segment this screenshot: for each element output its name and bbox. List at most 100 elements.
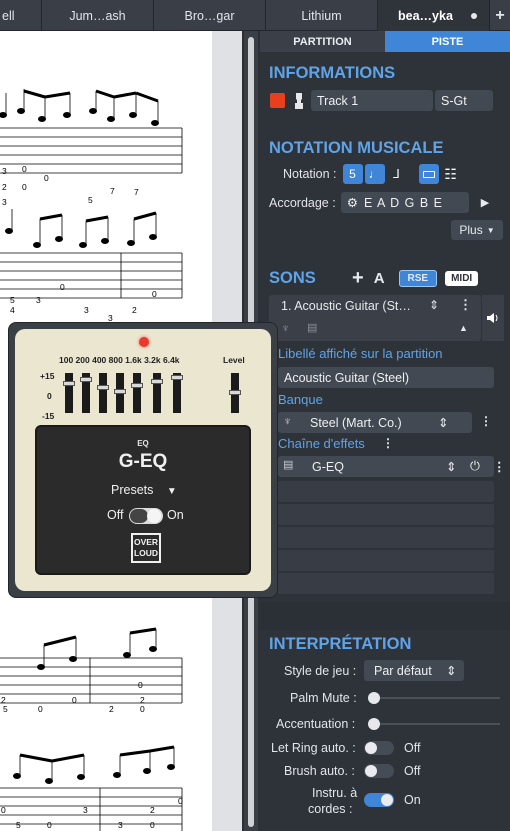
slash-notation-icon[interactable]: ⅃ [387,164,407,184]
add-sound-button[interactable]: + [352,267,364,290]
empty-effect-slot[interactable] [278,481,494,502]
sound-item[interactable]: 1. Acoustic Guitar (St… ⇕ ⋮ ♆ ▤ ▲ [269,295,481,341]
accent-slider[interactable] [368,718,500,730]
tab-number: 2 [150,805,155,815]
close-dot-icon[interactable] [471,13,477,19]
tab-number: 3 [118,820,123,830]
single-staff-icon[interactable] [418,164,439,184]
new-tab-button[interactable]: + [490,0,510,31]
eq-fader-6400[interactable] [171,373,183,413]
chevron-down-icon: ▼ [486,225,495,235]
let-ring-toggle[interactable] [364,741,394,755]
automation-button[interactable]: A [374,270,385,287]
eq-fader-800[interactable] [114,373,126,413]
tab-document-3[interactable]: Bro…gar [154,0,266,31]
fader-cap[interactable] [80,377,92,382]
tab-number: 2 [132,305,137,315]
brush-toggle[interactable] [364,764,394,778]
guitar-icon[interactable] [291,91,307,111]
effect-more-icon[interactable]: ⋮ [493,459,506,474]
bank-more-icon[interactable]: ⋮ [480,414,492,428]
tab-document-active[interactable]: bea…yka [378,0,490,31]
tab-number: 0 [72,695,77,705]
track-info-row: Track 1 S-Gt [270,90,493,111]
tuning-value: E A D G B E [363,195,444,210]
eq-fader-200[interactable] [80,373,92,413]
empty-effect-slot[interactable] [278,504,494,525]
palm-mute-slider[interactable] [368,692,500,704]
track-color-swatch[interactable] [270,93,285,108]
tab-number: 5 [3,704,8,714]
eq-section-label: EQ [137,439,149,448]
slider-knob[interactable] [368,692,380,704]
fader-cap[interactable] [131,383,143,388]
rse-toggle[interactable]: RSE [398,270,438,287]
eq-fader-100[interactable] [63,373,75,413]
slider-knob[interactable] [368,718,380,730]
fader-cap[interactable] [63,381,75,386]
multi-staff-icon[interactable]: ☷ [441,164,461,184]
tab-document-4[interactable]: Lithium [266,0,378,31]
empty-effect-slot[interactable] [278,527,494,548]
inspector-panel: PARTITION PISTE INFORMATIONS Track 1 S-G… [260,31,510,831]
on-label: On [167,508,184,522]
style-label: Style de jeu : [284,664,357,678]
effect-slot[interactable]: G-EQ ⇕ ⏻ ⋮ [278,456,506,477]
label-field[interactable]: Acoustic Guitar (Steel) [278,367,494,388]
eq-fader-level[interactable] [229,373,241,413]
fader-cap[interactable] [171,375,183,380]
sort-icon: ⇕ [446,460,457,474]
tab-document-1[interactable]: ell [0,0,42,31]
play-tuning-icon[interactable]: ▶ [481,196,489,209]
power-icon[interactable]: ⏻ [470,459,480,474]
fader-cap[interactable] [151,379,163,384]
tab-piste[interactable]: PISTE [385,31,510,52]
track-short-name-field[interactable]: S-Gt [435,90,493,111]
tab-notation-icon[interactable]: 5 [342,164,363,184]
label-caption: Libellé affiché sur la partition [278,346,443,361]
empty-effect-slot[interactable] [278,573,494,594]
eq-fader-3200[interactable] [151,373,163,413]
style-value: Par défaut [374,663,432,678]
palm-mute-label: Palm Mute : [290,691,357,705]
tab-number: 0 [1,805,6,815]
tab-number: 3 [84,305,89,315]
gear-icon: ⚙ [346,196,358,210]
track-name-field[interactable]: Track 1 [311,90,433,111]
effect-name: G-EQ [312,459,344,474]
eq-db-mid: 0 [47,391,52,401]
eq-control-box: EQ G-EQ Presets ▼ Off On OVER LOUD [35,425,251,575]
tab-number: 3 [36,295,41,305]
fader-cap[interactable] [114,389,126,394]
sort-icon[interactable]: ⇕ [429,298,439,312]
fader-cap[interactable] [229,390,241,395]
more-icon[interactable]: ⋮ [459,297,472,313]
tab-partition[interactable]: PARTITION [260,31,385,52]
style-select[interactable]: Par défaut ⇕ [364,660,464,681]
tuning-label: Accordage : [269,195,336,210]
eq-name: G-EQ [118,451,168,472]
bank-value: Steel (Mart. Co.) [310,415,402,430]
eq-db-bot: -15 [42,411,55,421]
volume-icon[interactable] [482,295,504,341]
tab-document-2[interactable]: Jum…ash [42,0,154,31]
standard-notation-icon[interactable]: ♩ [364,164,385,184]
tab-active-label: bea…yka [398,8,453,23]
tab-number: 5 [88,195,93,205]
empty-effect-slot[interactable] [278,550,494,571]
chain-more-icon[interactable]: ⋮ [382,436,394,450]
bypass-toggle[interactable] [129,508,163,524]
bank-select[interactable]: Steel (Mart. Co.) ⇕ [278,412,472,433]
eq-fader-400[interactable] [97,373,109,413]
toggle-knob [365,742,377,754]
fader-cap[interactable] [97,385,109,390]
midi-toggle[interactable]: MIDI [445,271,479,286]
eq-fader-1600[interactable] [131,373,143,413]
instru-toggle[interactable] [364,793,394,807]
plus-dropdown[interactable]: Plus ▼ [451,220,503,240]
presets-dropdown[interactable]: Presets ▼ [111,483,177,497]
tuning-field[interactable]: ⚙ E A D G B E [340,192,469,213]
chevron-up-icon[interactable]: ▲ [459,323,468,333]
panel-tabs: PARTITION PISTE [260,31,510,52]
tab-number: 5 [16,820,21,830]
